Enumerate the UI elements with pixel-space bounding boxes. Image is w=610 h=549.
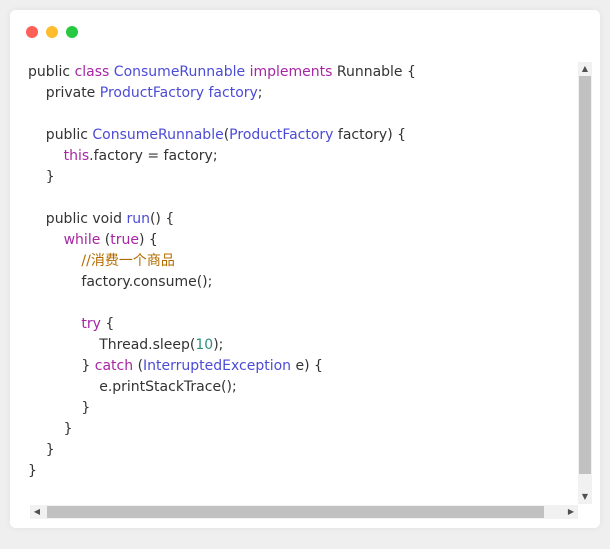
vertical-scrollbar[interactable]: ▲ ▼: [578, 62, 592, 504]
code-line: public class ConsumeRunnable implements …: [28, 62, 578, 83]
code-token: Runnable {: [336, 64, 416, 80]
code-token: Thread.sleep(: [28, 337, 196, 353]
code-line: //消费一个商品: [28, 251, 578, 272]
code-token: implements: [249, 64, 337, 80]
code-token: ProductFactory: [229, 127, 334, 143]
code-line: factory.consume();: [28, 272, 578, 293]
code-token: ConsumeRunnable: [92, 127, 224, 143]
vertical-scroll-thumb[interactable]: [579, 76, 591, 474]
code-window: public class ConsumeRunnable implements …: [10, 10, 600, 528]
code-token: class: [74, 64, 114, 80]
code-token: //消费一个商品: [81, 253, 175, 269]
minimize-dot-icon[interactable]: [46, 26, 58, 38]
code-line: } catch (InterruptedException e) {: [28, 356, 578, 377]
code-token: }: [28, 169, 55, 185]
code-token: factory) {: [333, 127, 407, 143]
code-token: }: [28, 463, 37, 479]
code-token: }: [28, 442, 55, 458]
code-token: factory.consume();: [28, 274, 213, 290]
code-token: .factory = factory;: [89, 148, 218, 164]
code-line: try {: [28, 314, 578, 335]
window-controls: [26, 26, 78, 38]
code-line: }: [28, 167, 578, 188]
code-line: }: [28, 419, 578, 440]
code-token: {: [100, 316, 115, 332]
code-token: try: [81, 316, 101, 332]
close-dot-icon[interactable]: [26, 26, 38, 38]
code-token: public: [28, 64, 75, 80]
code-line: public ConsumeRunnable(ProductFactory fa…: [28, 125, 578, 146]
code-line: this.factory = factory;: [28, 146, 578, 167]
code-token: true: [110, 232, 139, 248]
code-token: () {: [149, 211, 175, 227]
code-token: ConsumeRunnable: [113, 64, 250, 80]
code-viewport: public class ConsumeRunnable implements …: [28, 62, 578, 502]
maximize-dot-icon[interactable]: [66, 26, 78, 38]
scroll-up-arrow-icon[interactable]: ▲: [578, 62, 592, 76]
scroll-left-arrow-icon[interactable]: ◀: [30, 505, 44, 519]
code-token: }: [28, 421, 73, 437]
code-token: run: [126, 211, 150, 227]
code-token: InterruptedException: [143, 358, 292, 374]
code-token: }: [28, 358, 95, 374]
code-token: e.printStackTrace();: [28, 379, 237, 395]
code-token: e) {: [291, 358, 323, 374]
code-token: ;: [257, 85, 263, 101]
scroll-down-arrow-icon[interactable]: ▼: [578, 490, 592, 504]
code-line: e.printStackTrace();: [28, 377, 578, 398]
code-token: );: [213, 337, 224, 353]
code-line: public void run() {: [28, 209, 578, 230]
code-line: while (true) {: [28, 230, 578, 251]
code-block: public class ConsumeRunnable implements …: [28, 62, 578, 482]
horizontal-scroll-thumb[interactable]: [47, 506, 544, 518]
code-line: Thread.sleep(10);: [28, 335, 578, 356]
code-token: private: [28, 85, 100, 101]
code-token: ) {: [138, 232, 158, 248]
code-token: public void: [28, 211, 127, 227]
scroll-right-arrow-icon[interactable]: ▶: [564, 505, 578, 519]
code-line: }: [28, 398, 578, 419]
code-token: }: [28, 400, 91, 416]
code-token: 10: [195, 337, 214, 353]
code-token: this: [63, 148, 90, 164]
horizontal-scrollbar[interactable]: ◀ ▶: [30, 505, 578, 519]
code-token: while: [63, 232, 105, 248]
code-token: public: [28, 127, 93, 143]
code-line: private ProductFactory factory;: [28, 83, 578, 104]
code-line: }: [28, 440, 578, 461]
code-token: catch: [94, 358, 138, 374]
code-token: ProductFactory factory: [99, 85, 258, 101]
code-line: }: [28, 461, 578, 482]
